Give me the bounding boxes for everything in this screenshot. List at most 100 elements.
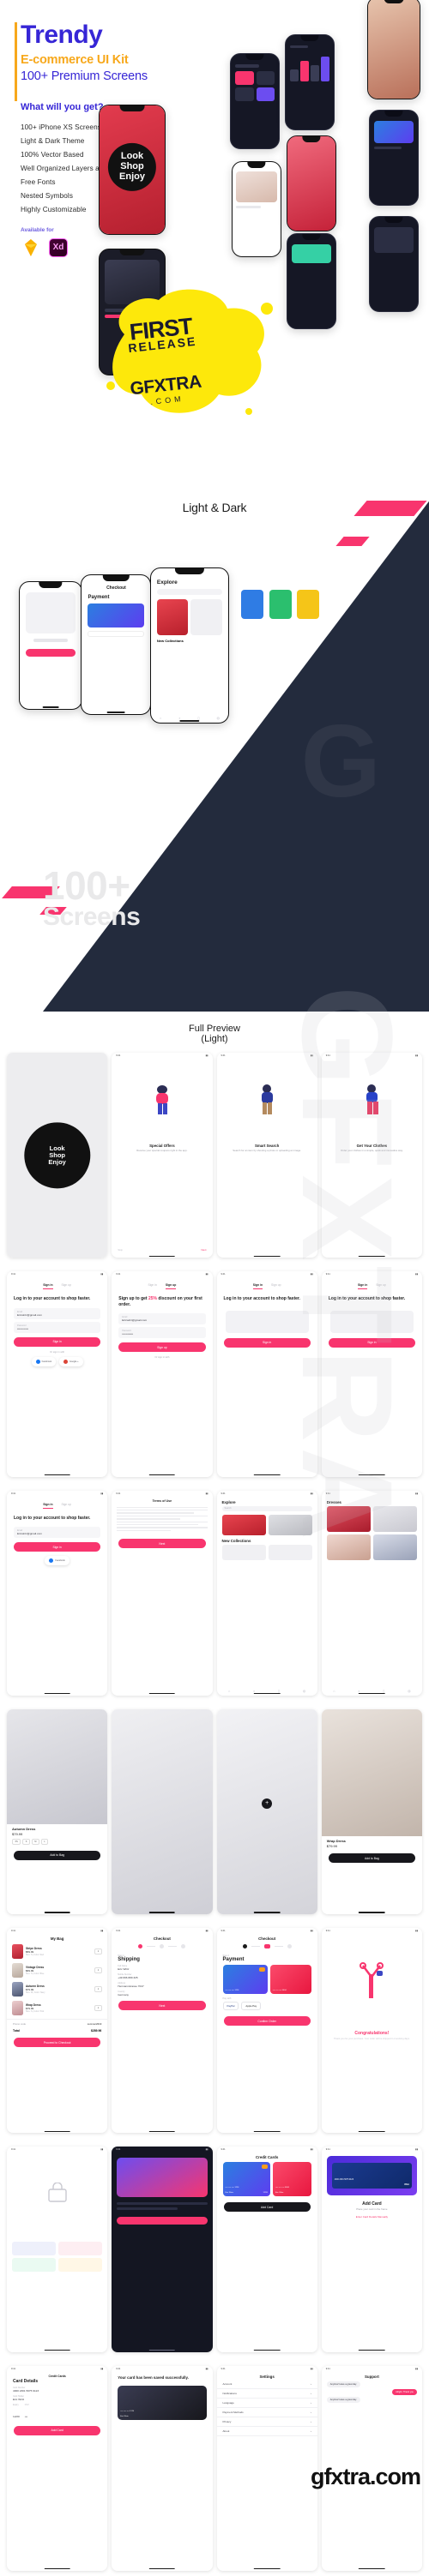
- category-card[interactable]: [268, 1514, 312, 1535]
- screen-congratulations[interactable]: 9:41 ▮▮ Congratulations! Thank you for yo…: [321, 1928, 422, 2134]
- credit-card[interactable]: •••• •••• •••• 5634 Eric Wirtz: [272, 2162, 311, 2197]
- screen-product-detail[interactable]: Autumn Dress $79.99 XS S M L Add to Bag: [7, 1708, 108, 1915]
- password-field[interactable]: Password ••••••••••••: [14, 1321, 101, 1333]
- credit-card[interactable]: •••• •••• •••• 1224 Eric Wirtz 12/20: [222, 2162, 270, 2197]
- product-card[interactable]: [372, 1534, 417, 1560]
- settings-row[interactable]: About ›: [216, 2427, 317, 2436]
- collection-card[interactable]: [221, 1544, 266, 1560]
- signup-button[interactable]: Sign up: [118, 1342, 206, 1353]
- size-chip[interactable]: S: [22, 1838, 30, 1845]
- product-card[interactable]: [372, 1505, 417, 1532]
- accept-button[interactable]: Next: [118, 1539, 206, 1549]
- tab-signin[interactable]: Sign in: [252, 1283, 263, 1290]
- collection-card[interactable]: [268, 1544, 312, 1560]
- profile-icon[interactable]: ◍: [216, 716, 220, 720]
- skip-button[interactable]: Skip: [118, 1248, 123, 1252]
- next-button[interactable]: Next: [118, 2001, 206, 2011]
- tab-signup[interactable]: Sign up: [62, 1283, 72, 1289]
- confirm-order-button[interactable]: Confirm Order: [223, 2016, 311, 2027]
- tile[interactable]: [58, 2242, 103, 2256]
- tab-signin[interactable]: Sign in: [43, 1503, 53, 1509]
- product-card[interactable]: [326, 1505, 371, 1532]
- tile[interactable]: [12, 2242, 57, 2256]
- profile-icon[interactable]: ◍: [303, 1689, 306, 1693]
- save-card-button[interactable]: Add Card: [14, 2425, 101, 2435]
- screen-splash[interactable]: Look Shop Enjoy: [7, 1053, 108, 1258]
- expiry-input[interactable]: 12/20: [13, 2415, 20, 2418]
- screen-add-card-scan[interactable]: 9:41 ▮▮ 4000 2301 5675 9123 VISA Add Card…: [321, 2147, 422, 2352]
- settings-row[interactable]: Privacy ›: [216, 2417, 317, 2427]
- promo-code-value[interactable]: summer2019: [88, 2022, 101, 2026]
- card-holder-input[interactable]: Eric Wirtz: [13, 2398, 101, 2401]
- settings-row[interactable]: Payment Methods ›: [216, 2408, 317, 2417]
- screen-settings[interactable]: 9:41 ▮▮ Settings Account › Notifications › …: [216, 2365, 317, 2571]
- bottom-nav[interactable]: ⌂ ⌕ ▯ ◍: [151, 716, 228, 720]
- search-icon[interactable]: ⌕: [178, 716, 180, 720]
- home-icon[interactable]: ⌂: [160, 716, 161, 720]
- screen-product-photo-2[interactable]: [112, 1708, 213, 1915]
- screen-payment[interactable]: 9:41 ▮▮ Checkout Step 2 Payment •••• ••••…: [216, 1928, 317, 2134]
- profile-icon[interactable]: ◍: [408, 1689, 411, 1693]
- size-chip[interactable]: L: [40, 1838, 49, 1845]
- tile[interactable]: [58, 2258, 103, 2273]
- email-field[interactable]: Email Ericwirtz@gmail.com: [14, 1307, 101, 1319]
- search-icon[interactable]: ⌕: [358, 1689, 360, 1693]
- table-row[interactable]: Vintage Dress $69.99 Size: S | Color: Bl…: [7, 1961, 107, 1979]
- next-button[interactable]: Next: [201, 1248, 206, 1252]
- google-button[interactable]: Google +: [59, 1356, 83, 1366]
- bottom-nav[interactable]: ⌂ ⌕ ▯ ◍: [217, 1689, 317, 1693]
- screen-terms[interactable]: 9:41 ▮▮ Terms of Use Next: [112, 1490, 213, 1696]
- settings-row[interactable]: Notifications ›: [216, 2389, 317, 2399]
- paypal-button[interactable]: PayPal: [222, 2002, 239, 2011]
- screen-onboarding-2[interactable]: 9:41 ▮▮ Smart Search Search for an item b…: [216, 1053, 317, 1258]
- tab-signup[interactable]: Sign up: [165, 1283, 177, 1290]
- email-field[interactable]: Email Ericwirtz@gmail.com: [118, 1313, 206, 1325]
- settings-row[interactable]: Language ›: [216, 2399, 317, 2408]
- screen-wrap-dress[interactable]: Wrap Dress $79.99 Add to Bag: [321, 1708, 422, 1915]
- add-to-bag-button[interactable]: Add to Bag: [328, 1853, 415, 1864]
- home-icon[interactable]: ⌂: [333, 1689, 335, 1693]
- tab-signup[interactable]: Sign up: [376, 1283, 386, 1289]
- mobile-input[interactable]: +49 666 889 325: [118, 1976, 206, 1979]
- tab-signin[interactable]: Sign in: [148, 1283, 156, 1289]
- signin-button[interactable]: Sign in: [14, 1336, 101, 1347]
- password-field[interactable]: Password ••••••••••••: [118, 1327, 206, 1339]
- table-row[interactable]: Wrap Dress $79.99 Size: S | Color: Pink …: [7, 1998, 107, 2017]
- bag-icon[interactable]: ▯: [383, 1689, 384, 1693]
- size-chip[interactable]: XS: [12, 1838, 21, 1845]
- verify-code-box[interactable]: [329, 1310, 414, 1333]
- screen-signin[interactable]: 9:41 ▮▮ Sign in Sign up Log in to your ac…: [7, 1271, 108, 1477]
- search-icon[interactable]: ⌕: [253, 1689, 255, 1693]
- size-chip[interactable]: M: [31, 1838, 39, 1845]
- qty-stepper[interactable]: 1: [94, 1985, 103, 1992]
- screen-dresses[interactable]: 9:41 ▮▮ Dresses ⌂ ⌕ ▯ ◍: [321, 1490, 422, 1696]
- screen-shipping[interactable]: 9:41 ▮▮ Checkout Step 1 Shipping Full Nam…: [112, 1928, 213, 2134]
- add-to-bag-button[interactable]: Add to Bag: [14, 1850, 101, 1860]
- qty-stepper[interactable]: 1: [94, 2004, 103, 2011]
- credit-card[interactable]: •••• •••• •••• 5634: [269, 1965, 311, 1995]
- product-card[interactable]: [326, 1534, 371, 1560]
- screen-onboarding-1[interactable]: 9:41 ▮▮ Special Offers Receive your speci…: [112, 1053, 213, 1258]
- credit-card[interactable]: •••• •••• •••• 1224: [222, 1965, 268, 1995]
- screen-signin-forgot[interactable]: 9:41 ▮▮ Sign in Sign up Log in to your ac…: [7, 1490, 108, 1696]
- screen-verify[interactable]: 9:41 ▮▮ Sign in Sign up Log in to your ac…: [216, 1271, 317, 1477]
- manual-entry-link[interactable]: Enter Card Details Manually: [322, 2212, 422, 2222]
- qty-stepper[interactable]: 1: [94, 1948, 103, 1955]
- add-point-icon[interactable]: +: [262, 1798, 273, 1809]
- tab-signup[interactable]: Sign up: [271, 1283, 281, 1289]
- screen-explore[interactable]: 9:41 ▮▮ Explore Search New Collections ⌂ …: [216, 1490, 317, 1696]
- address-input[interactable]: Hermannstrasse 7047: [118, 1985, 206, 1988]
- bag-icon[interactable]: ▯: [278, 1689, 280, 1693]
- screen-signup[interactable]: 9:41 ▮▮ Sign in Sign up Sign up to get 25…: [112, 1271, 213, 1477]
- screen-credit-cards[interactable]: 9:41 ▮▮ Credit Cards •••• •••• •••• 1224 …: [216, 2147, 317, 2352]
- facebook-button[interactable]: Facebook: [45, 1556, 69, 1566]
- tab-signin[interactable]: Sign in: [43, 1283, 53, 1290]
- screen-onboarding-3[interactable]: 9:41 ▮▮ Get Your Clothes Order your cloth…: [321, 1053, 422, 1258]
- verify-code-box[interactable]: [225, 1310, 309, 1333]
- cvv-input[interactable]: •••: [25, 2415, 27, 2418]
- apple-pay-button[interactable]: Apple Pay: [241, 2002, 262, 2011]
- email-field[interactable]: Email Ericwirtz@gmail.com: [14, 1527, 101, 1539]
- screen-dark-promo[interactable]: 9:41 ▮▮: [112, 2147, 213, 2352]
- tab-signin[interactable]: Sign in: [357, 1283, 368, 1290]
- screen-card-details[interactable]: 9:41 ▮▮ Credit Cards Card Details Card Nu…: [7, 2365, 108, 2571]
